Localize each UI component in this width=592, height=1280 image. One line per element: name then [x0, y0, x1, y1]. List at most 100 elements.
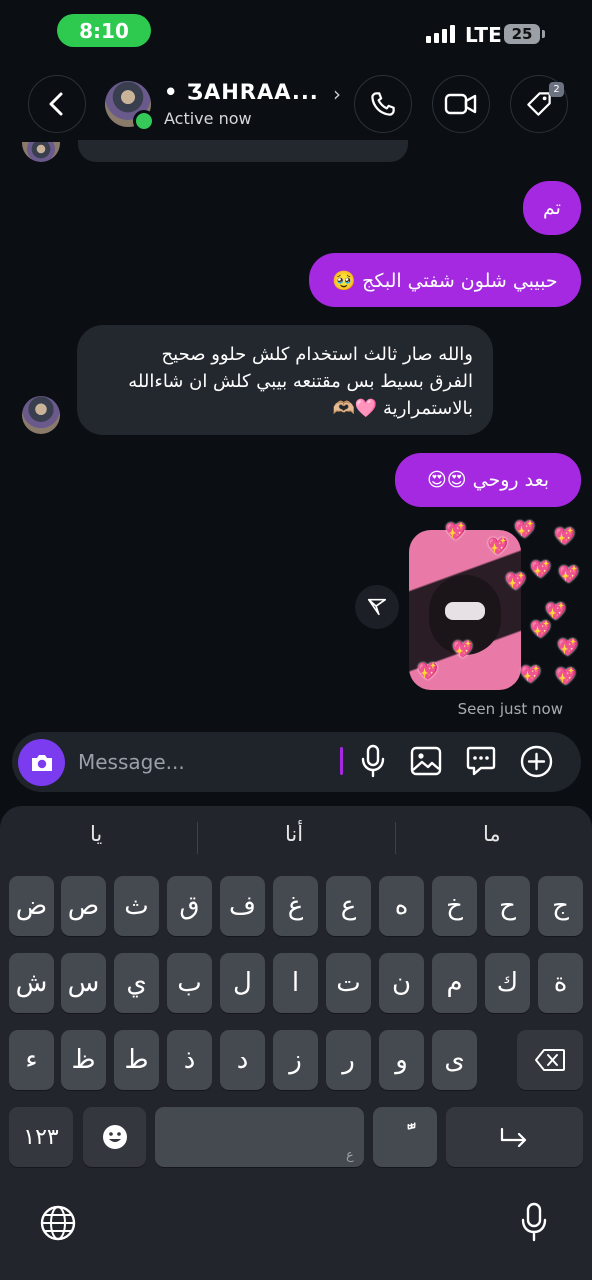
dictation-icon	[521, 1202, 547, 1242]
numbers-key[interactable]: ١٢٣	[9, 1107, 73, 1167]
divider	[197, 822, 198, 854]
key[interactable]: ش	[9, 953, 54, 1013]
heart-icon: 💖	[520, 665, 542, 685]
signal-icon	[426, 25, 455, 43]
backspace-key[interactable]	[517, 1030, 583, 1090]
heart-icon: 💖	[417, 662, 439, 682]
key[interactable]: س	[61, 953, 106, 1013]
dictation-button[interactable]	[520, 1202, 548, 1246]
seen-status: Seen just now	[457, 700, 563, 718]
key[interactable]: ب	[167, 953, 212, 1013]
space-language-hint: ع	[346, 1148, 354, 1163]
camera-button[interactable]	[18, 739, 65, 786]
heart-icon: 💖	[557, 638, 579, 658]
gallery-button[interactable]	[410, 745, 442, 781]
divider	[395, 822, 396, 854]
key[interactable]: ء	[9, 1030, 54, 1090]
call-button[interactable]	[354, 75, 412, 133]
chevron-right-icon[interactable]: ›	[333, 82, 341, 106]
plus-button[interactable]	[520, 745, 553, 782]
message-input[interactable]: Message...	[78, 750, 185, 774]
plus-icon	[520, 745, 553, 778]
diacritic-key[interactable]: ًّ	[373, 1107, 437, 1167]
key[interactable]: ع	[326, 876, 371, 936]
mic-button[interactable]	[359, 744, 387, 782]
key[interactable]: ر	[326, 1030, 371, 1090]
key[interactable]: ط	[114, 1030, 159, 1090]
key[interactable]: ا	[273, 953, 318, 1013]
heart-icon: 💖	[445, 522, 467, 542]
emoji-key[interactable]	[83, 1107, 146, 1167]
share-button[interactable]	[355, 585, 399, 629]
key[interactable]: ح	[485, 876, 530, 936]
key[interactable]: ف	[220, 876, 265, 936]
key[interactable]: ص	[61, 876, 106, 936]
space-key[interactable]	[155, 1107, 364, 1167]
heart-icon: 💖	[514, 520, 536, 540]
text-cursor	[340, 747, 343, 775]
key[interactable]: ل	[220, 953, 265, 1013]
heart-icon: 💖	[505, 572, 527, 592]
sticker-button[interactable]	[465, 745, 497, 781]
message-outgoing[interactable]: بعد روحي 😍😍	[395, 453, 581, 507]
key[interactable]: ج	[538, 876, 583, 936]
battery-tip	[542, 30, 545, 38]
return-icon	[500, 1127, 526, 1148]
camera-icon	[31, 754, 52, 771]
globe-button[interactable]	[39, 1204, 77, 1246]
backspace-icon	[535, 1049, 565, 1071]
previous-message-edge	[78, 140, 408, 162]
tag-badge: 2	[549, 82, 564, 97]
key[interactable]: م	[432, 953, 477, 1013]
message-line: والله صار ثالث استخدام كلش حلوو صحيح	[161, 344, 473, 365]
key[interactable]: غ	[273, 876, 318, 936]
heart-icon: 💖	[558, 565, 580, 585]
heart-icon: 💖	[555, 667, 577, 687]
contact-name[interactable]: • ƷAHRAA...	[164, 80, 319, 104]
send-icon	[367, 598, 387, 616]
key[interactable]: ذ	[167, 1030, 212, 1090]
network-type: LTE	[465, 23, 502, 47]
key[interactable]: خ	[432, 876, 477, 936]
key[interactable]: ن	[379, 953, 424, 1013]
key[interactable]: د	[220, 1030, 265, 1090]
suggestion[interactable]: أنا	[285, 822, 303, 846]
heart-icon: 💖	[530, 560, 552, 580]
heart-icon: 💖	[452, 640, 474, 660]
avatar	[22, 142, 60, 162]
key[interactable]: ك	[485, 953, 530, 1013]
key[interactable]: ظ	[61, 1030, 106, 1090]
key[interactable]: ت	[326, 953, 371, 1013]
phone-icon	[371, 92, 395, 116]
message-line: الفرق بسيط بس مقتنعه بيبي كلش ان شاءالله	[128, 371, 473, 392]
globe-icon	[40, 1205, 76, 1241]
video-call-button[interactable]	[432, 75, 490, 133]
contact-status: Active now	[164, 109, 252, 128]
key[interactable]: ق	[167, 876, 212, 936]
key[interactable]: ز	[273, 1030, 318, 1090]
heart-icon: 💖	[530, 620, 552, 640]
sticker-icon	[466, 746, 496, 776]
battery-icon: 25	[504, 24, 540, 44]
heart-icon: 💖	[487, 537, 509, 557]
key[interactable]: ه	[379, 876, 424, 936]
message-line: بالاستمرارية 🩷🫶🏼	[332, 398, 473, 419]
heart-icon: 💖	[545, 602, 567, 622]
key[interactable]: ض	[9, 876, 54, 936]
mic-icon	[361, 744, 385, 778]
online-indicator	[133, 110, 155, 132]
back-button[interactable]	[28, 75, 86, 133]
key[interactable]: ة	[538, 953, 583, 1013]
key[interactable]: ي	[114, 953, 159, 1013]
message-incoming[interactable]: والله صار ثالث استخدام كلش حلوو صحيح الف…	[77, 325, 493, 435]
suggestion[interactable]: يا	[90, 822, 102, 846]
key[interactable]: و	[379, 1030, 424, 1090]
message-outgoing[interactable]: حبيبي شلون شفتي البكج 🥹	[309, 253, 581, 307]
message-outgoing[interactable]: تم	[523, 181, 581, 235]
emoji-icon	[102, 1125, 127, 1149]
key[interactable]: ث	[114, 876, 159, 936]
sender-avatar[interactable]	[22, 396, 60, 434]
suggestion[interactable]: ما	[483, 822, 501, 846]
key[interactable]: ى	[432, 1030, 477, 1090]
return-key[interactable]	[446, 1107, 583, 1167]
